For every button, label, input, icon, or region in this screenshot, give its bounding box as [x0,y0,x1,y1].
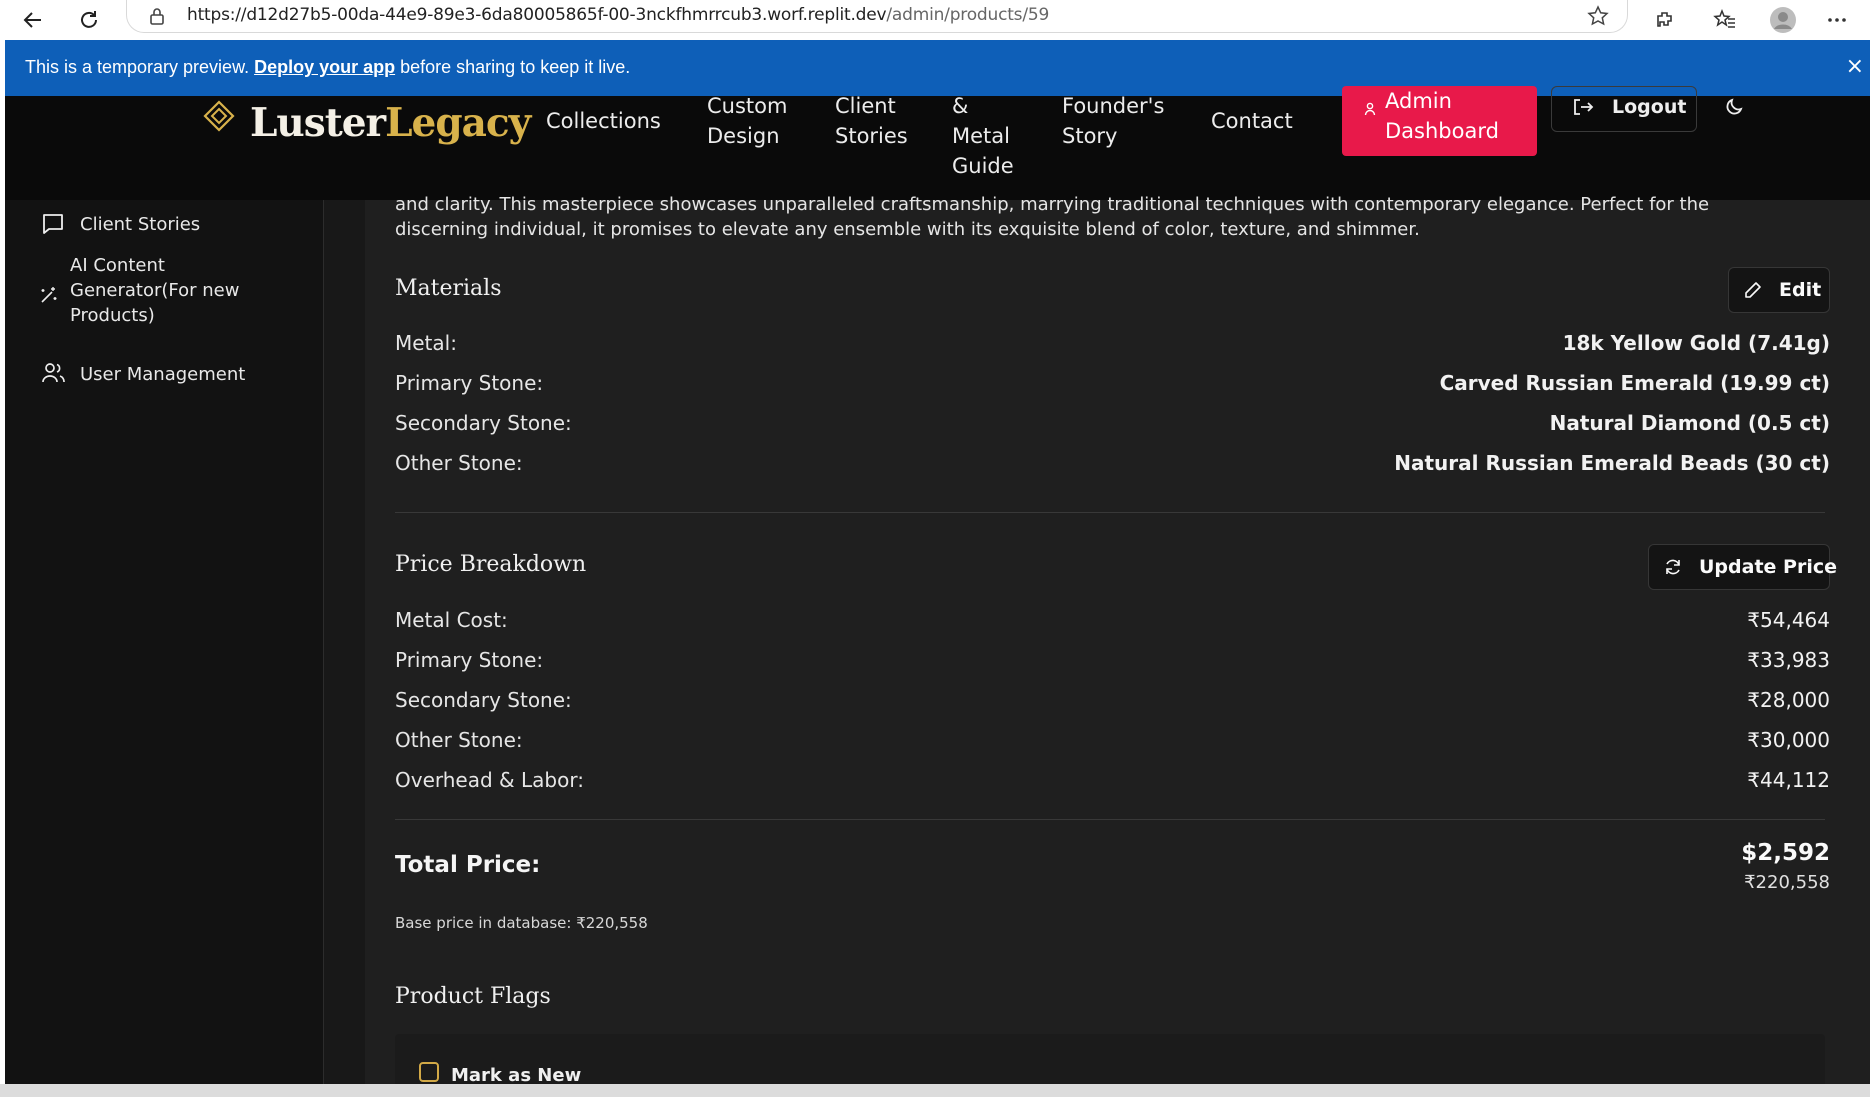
ai-generator-line2: Generator(For new [70,280,240,301]
nav-collections[interactable]: Collections [546,106,661,136]
more-menu-icon[interactable] [1822,5,1852,35]
total-price-usd: $2,592 [1741,840,1830,866]
address-bar[interactable]: https://d12d27b5-00da-44e9-89e3-6da80005… [126,0,1628,33]
price-label-secondary-stone: Secondary Stone: [395,688,572,712]
pencil-icon [1743,280,1763,304]
favorites-icon[interactable] [1710,5,1740,35]
close-icon[interactable]: × [1846,54,1864,79]
admin-dashboard-line1: Admin [1385,89,1452,113]
nav-founders-story[interactable]: Founder's Story [1062,91,1164,151]
total-price-label: Total Price: [395,852,541,878]
price-label-other-stone: Other Stone: [395,728,523,752]
nav-metal-guide-line2: Metal [952,124,1010,148]
users-icon [41,361,67,389]
update-price-button[interactable]: Update Price [1648,544,1837,590]
material-label-primary-stone: Primary Stone: [395,371,544,395]
logout-icon [1572,97,1594,121]
extensions-icon[interactable] [1650,5,1680,35]
edit-materials-button[interactable]: Edit [1728,267,1830,313]
nav-metal-guide-line3: Guide [952,154,1014,178]
product-detail-panel: and clarity. This masterpiece showcases … [365,194,1870,1094]
url-host: https://d12d27b5-00da-44e9-89e3-6da80005… [187,5,887,25]
price-value-primary-stone: ₹33,983 [1747,648,1830,672]
price-breakdown-title: Price Breakdown [395,552,587,577]
user-icon [1364,101,1376,120]
banner-text-after: before sharing to keep it live. [395,57,631,77]
ai-generator-line3: Products) [70,305,155,326]
message-square-icon [41,212,65,240]
taskbar-strip [0,1084,1870,1097]
url-path: /admin/products/59 [886,5,1050,25]
price-value-secondary-stone: ₹28,000 [1747,688,1830,712]
price-label-overhead-labor: Overhead & Labor: [395,768,584,792]
product-flags-title: Product Flags [395,984,551,1009]
price-value-overhead-labor: ₹44,112 [1747,768,1830,792]
base-price-note: Base price in database: ₹220,558 [395,914,648,932]
material-value-secondary-stone: Natural Diamond (0.5 ct) [1549,411,1830,435]
logout-button[interactable]: Logout [1551,86,1697,132]
site-logo[interactable]: LusterLegacy [250,100,531,146]
description-line2: discerning individual, it promises to el… [395,219,1420,240]
material-value-primary-stone: Carved Russian Emerald (19.99 ct) [1439,371,1830,395]
profile-avatar[interactable] [1768,5,1798,35]
logo-part-luster: Luster [250,100,386,146]
url-text: https://d12d27b5-00da-44e9-89e3-6da80005… [187,5,1049,25]
banner-text-before: This is a temporary preview. [25,57,255,77]
price-label-metal-cost: Metal Cost: [395,608,508,632]
wand-sparkles-icon [39,285,59,309]
material-label-secondary-stone: Secondary Stone: [395,411,572,435]
logout-label: Logout [1612,96,1687,118]
mark-as-new-label[interactable]: Mark as New [451,1065,581,1086]
app: LusterLegacy Collections Custom Design C… [5,86,1870,1094]
nav-client-stories-line2: Stories [835,124,908,148]
material-value-metal: 18k Yellow Gold (7.41g) [1562,331,1830,355]
sidebar-item-client-stories[interactable]: Client Stories [80,212,200,237]
divider [395,512,1825,513]
nav-founders-story-line2: Story [1062,124,1118,148]
nav-metal-guide[interactable]: & Metal Guide [952,91,1014,181]
material-value-other-stone: Natural Russian Emerald Beads (30 ct) [1394,451,1830,475]
browser-toolbar: https://d12d27b5-00da-44e9-89e3-6da80005… [0,0,1870,40]
nav-founders-story-line1: Founder's [1062,94,1165,118]
sidebar-item-ai-content-generator[interactable]: AI Content Generator(For new Products) [70,253,239,328]
admin-dashboard-line2: Dashboard [1385,119,1499,143]
update-price-label: Update Price [1699,556,1837,578]
sidebar-item-user-management[interactable]: User Management [80,362,245,387]
star-icon[interactable] [1587,5,1609,31]
divider [395,819,1825,820]
admin-dashboard-button[interactable]: Admin Dashboard [1342,86,1537,156]
ai-generator-line1: AI Content [70,255,165,276]
material-label-metal: Metal: [395,331,457,355]
nav-client-stories[interactable]: Client Stories [835,91,908,151]
material-label-other-stone: Other Stone: [395,451,523,475]
banner-text: This is a temporary preview. Deploy your… [25,57,630,78]
refresh-icon [1663,557,1683,581]
site-header: LusterLegacy Collections Custom Design C… [5,86,1870,200]
product-description: and clarity. This masterpiece showcases … [395,192,1825,242]
lock-icon[interactable] [149,7,165,29]
logo-part-legacy: Legacy [385,100,531,146]
deploy-app-link[interactable]: Deploy your app [254,57,395,77]
nav-custom-design-line1: Custom [707,94,788,118]
total-price-inr: ₹220,558 [1744,872,1830,893]
price-value-metal-cost: ₹54,464 [1747,608,1830,632]
moon-icon[interactable] [1724,95,1746,121]
nav-client-stories-line1: Client [835,94,896,118]
mark-as-new-checkbox[interactable] [419,1062,439,1082]
nav-metal-guide-line1: & [952,94,969,118]
nav-custom-design-line2: Design [707,124,780,148]
description-line1: and clarity. This masterpiece showcases … [395,194,1710,215]
price-label-primary-stone: Primary Stone: [395,648,544,672]
reload-icon[interactable] [74,5,104,35]
back-icon[interactable] [18,5,48,35]
price-value-other-stone: ₹30,000 [1747,728,1830,752]
nav-custom-design[interactable]: Custom Design [707,91,787,151]
edit-label: Edit [1779,279,1822,301]
diamond-logo-icon [203,100,235,136]
materials-title: Materials [395,276,502,301]
nav-contact[interactable]: Contact [1211,106,1293,136]
admin-sidebar: Client Stories AI Content Generator(For … [5,200,324,1084]
